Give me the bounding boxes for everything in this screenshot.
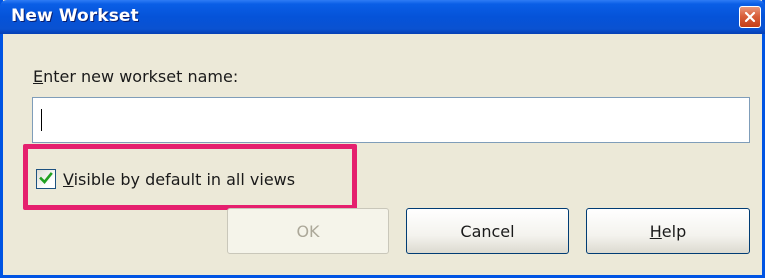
help-label-text: elp [661,221,687,241]
help-button[interactable]: Help [586,208,750,254]
close-button[interactable] [739,6,761,28]
new-workset-dialog: New Workset Enter new workset name: Visi… [0,0,765,278]
workset-name-input[interactable] [32,97,750,143]
cancel-button[interactable]: Cancel [406,208,569,254]
highlight-box [23,144,357,210]
close-icon [744,11,756,23]
ok-button[interactable]: OK [227,208,389,254]
label-text: nter new workset name: [43,67,239,86]
workset-name-label: Enter new workset name: [33,67,238,86]
text-caret [41,109,42,131]
help-accelerator: H [649,221,662,241]
title-bar[interactable]: New Workset [0,0,765,34]
dialog-title: New Workset [11,6,139,26]
label-accelerator: E [33,67,44,86]
